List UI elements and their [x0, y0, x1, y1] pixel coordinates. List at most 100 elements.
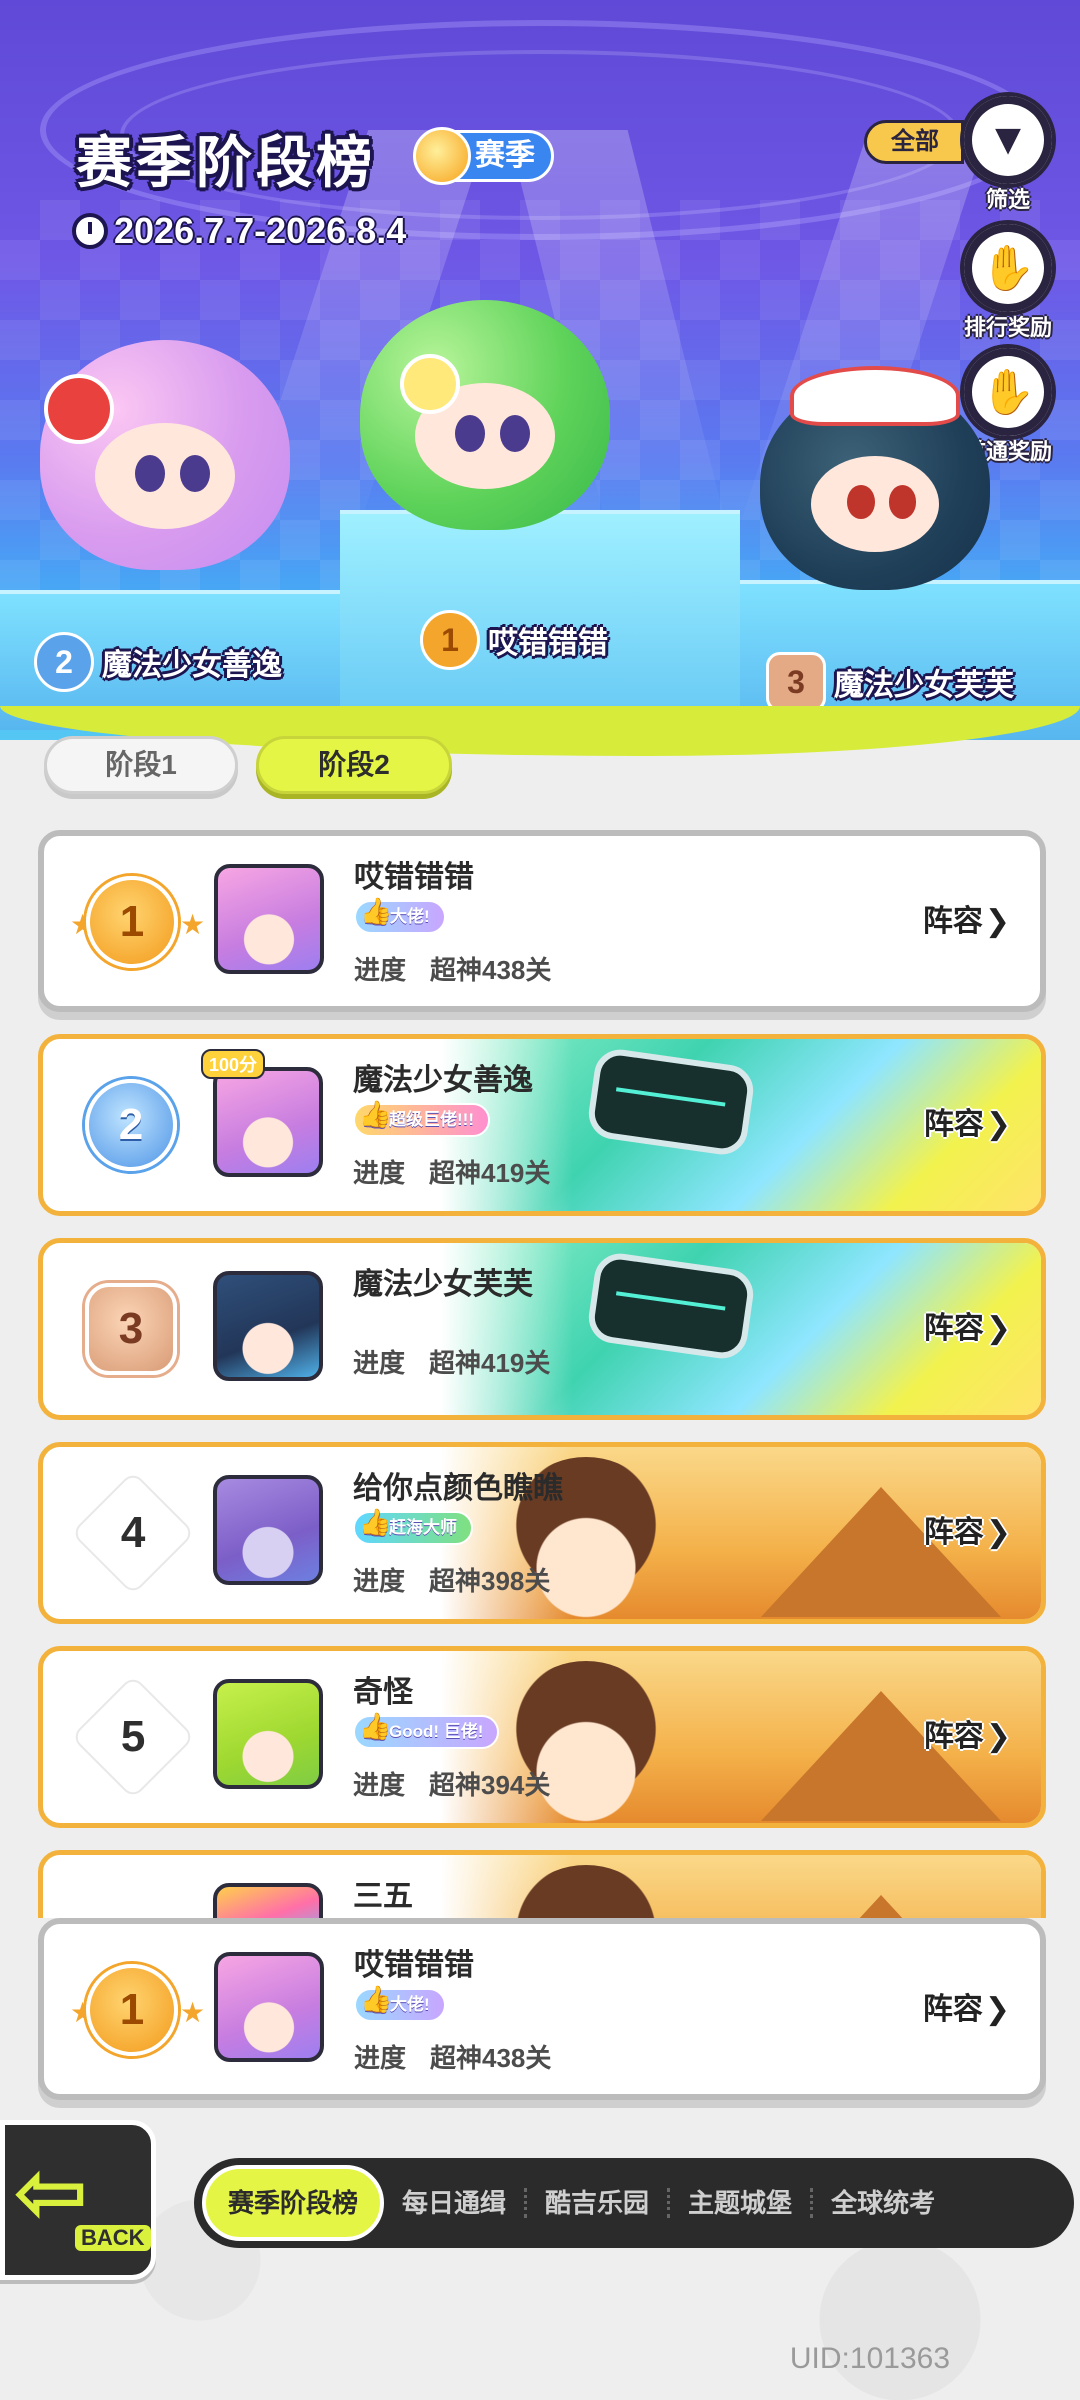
leaderboard-row[interactable]: ★ ★ 1 哎错错错 大佬! 进度 超神438关 阵容❯ — [38, 830, 1046, 1012]
leaderboard-row[interactable]: 2 100分 魔法少女善逸 超级巨佬!!! 进度 超神419关 阵容❯ — [38, 1034, 1046, 1216]
avatar[interactable] — [214, 864, 324, 974]
player-title-badge: 大佬! — [354, 1984, 446, 2022]
lineup-button[interactable]: 阵容❯ — [924, 1507, 1011, 1551]
character-eye — [455, 415, 485, 452]
avatar-score-tag: 100分 — [201, 1049, 266, 1079]
progress-label: 进度 — [354, 955, 407, 985]
filter-button[interactable]: ▼ 筛选 — [958, 92, 1058, 214]
progress-value: 超神419关 — [429, 1158, 551, 1188]
robot-visor-icon — [585, 1046, 757, 1158]
tab-stage-2[interactable]: 阶段2 — [256, 736, 452, 794]
flower-icon — [44, 374, 114, 444]
rank-number: 5 — [120, 1711, 146, 1761]
character-eye — [847, 485, 875, 519]
avatar[interactable] — [214, 1952, 324, 2062]
podium-third-label: 3 魔法少女芙芙 — [766, 652, 1014, 712]
hood-icon — [790, 366, 960, 426]
rank-medal: 1 — [86, 876, 178, 968]
lineup-label: 阵容 — [923, 1516, 984, 1549]
player-progress: 进度 超神394关 — [353, 1765, 550, 1802]
podium-first-name: 哎错错错 — [488, 627, 608, 660]
user-id: UID:101363 — [789, 2342, 950, 2375]
character-face — [810, 455, 940, 553]
lineup-label: 阵容 — [923, 1108, 984, 1141]
first-clear-hand-icon: ✋ — [960, 344, 1056, 440]
leaderboard-row[interactable]: 3 魔法少女芙芙 进度 超神419关 阵容❯ — [38, 1238, 1046, 1420]
chevron-right-icon: ❯ — [984, 905, 1010, 938]
player-title-badge: Good! 巨佬! — [353, 1711, 500, 1749]
podium-second-name: 魔法少女善逸 — [102, 649, 282, 682]
lineup-button[interactable]: 阵容❯ — [924, 1303, 1011, 1347]
season-orb-icon — [413, 127, 471, 185]
chevron-right-icon: ❯ — [985, 1516, 1011, 1549]
lineup-label: 阵容 — [922, 1993, 983, 2026]
player-progress: 进度 超神438关 — [354, 950, 551, 987]
lineup-button[interactable]: 阵容❯ — [924, 1099, 1011, 1143]
lineup-label: 阵容 — [923, 1312, 984, 1345]
progress-label: 进度 — [353, 1770, 406, 1800]
character-face — [95, 422, 235, 529]
progress-value: 超神398关 — [429, 1566, 551, 1596]
rank-reward-button[interactable]: ✋ 排行奖励 — [958, 220, 1058, 342]
player-name: 给你点颜色瞧瞧 — [353, 1472, 563, 1505]
avatar[interactable] — [213, 1271, 323, 1381]
tab-kuji-park[interactable]: 酷吉乐园 — [527, 2165, 667, 2241]
rank-one-medal-icon: 1 — [420, 610, 480, 670]
third-place-character[interactable] — [760, 366, 990, 590]
tab-theme-castle[interactable]: 主题城堡 — [670, 2165, 810, 2241]
tab-daily-wanted[interactable]: 每日通缉 — [384, 2165, 524, 2241]
lineup-button[interactable]: 阵容❯ — [923, 1984, 1010, 2028]
rank-three-medal-icon: 3 — [766, 652, 826, 712]
tab-global-exam[interactable]: 全球统考 — [813, 2165, 953, 2241]
back-button[interactable]: ⇦ BACK — [0, 2120, 156, 2280]
character-eye — [888, 485, 917, 519]
progress-label: 进度 — [353, 1158, 406, 1188]
podium-second-label: 2 魔法少女善逸 — [34, 632, 282, 692]
player-progress: 进度 超神398关 — [353, 1561, 550, 1598]
progress-value: 超神394关 — [429, 1770, 551, 1800]
leaderboard-list[interactable]: ★ ★ 1 哎错错错 大佬! 进度 超神438关 阵容❯ 2 100分 魔法少女… — [0, 822, 1080, 1918]
avatar[interactable] — [213, 1679, 323, 1789]
lineup-button[interactable]: 阵容❯ — [923, 896, 1010, 940]
filter-all-tag[interactable]: 全部 — [864, 120, 964, 164]
leaderboard-hero: 赛季阶段榜 赛季 2026.7.7-2026.8.4 全部 ▼ 筛选 ✋ 排行奖… — [0, 0, 1080, 740]
avatar[interactable] — [213, 1067, 323, 1177]
avatar[interactable] — [213, 1883, 323, 1918]
rank-medal: 5 — [73, 1677, 193, 1797]
date-range-text: 2026.7.7-2026.8.4 — [114, 210, 407, 251]
season-date-range: 2026.7.7-2026.8.4 — [72, 210, 406, 252]
progress-value: 超神419关 — [429, 1348, 551, 1378]
progress-value: 超神438关 — [430, 955, 552, 985]
season-badge-label: 赛季 — [475, 139, 535, 172]
tab-season-stage-board[interactable]: 赛季阶段榜 — [202, 2165, 385, 2241]
leaderboard-row[interactable]: 4 给你点颜色瞧瞧 赶海大师 进度 超神398关 阵容❯ — [38, 1442, 1046, 1624]
lineup-button[interactable]: 阵容❯ — [924, 1711, 1011, 1755]
player-name: 奇怪 — [353, 1676, 413, 1709]
back-label: BACK — [75, 2225, 151, 2251]
chevron-right-icon: ❯ — [984, 1993, 1010, 2026]
page-title: 赛季阶段榜 — [76, 131, 376, 194]
rank-reward-label: 排行奖励 — [963, 315, 1052, 340]
first-place-character[interactable] — [360, 300, 610, 530]
character-eye — [135, 455, 165, 492]
chevron-right-icon: ❯ — [985, 1720, 1011, 1753]
character-art-icon — [501, 1865, 671, 1918]
character-art-icon — [501, 1661, 671, 1823]
clock-icon — [72, 213, 108, 249]
flower-icon — [400, 354, 460, 414]
progress-label: 进度 — [353, 1348, 406, 1378]
second-place-character[interactable] — [40, 340, 290, 570]
reward-hand-icon: ✋ — [960, 220, 1056, 316]
leaderboard-row[interactable]: 5 奇怪 Good! 巨佬! 进度 超神394关 阵容❯ — [38, 1646, 1046, 1828]
leaderboard-row[interactable]: 三五 — [38, 1850, 1046, 1918]
rank-number: 4 — [120, 1507, 146, 1557]
row-background-art — [441, 1855, 1041, 1918]
chevron-right-icon: ❯ — [985, 1108, 1011, 1141]
player-name: 魔法少女善逸 — [353, 1064, 533, 1097]
star-icon: ★ — [180, 1997, 206, 2028]
rank-medal: 1 — [86, 1964, 178, 2056]
progress-label: 进度 — [353, 1566, 406, 1596]
player-name: 魔法少女芙芙 — [353, 1268, 533, 1301]
avatar[interactable] — [213, 1475, 323, 1585]
tab-stage-1[interactable]: 阶段1 — [44, 736, 238, 794]
